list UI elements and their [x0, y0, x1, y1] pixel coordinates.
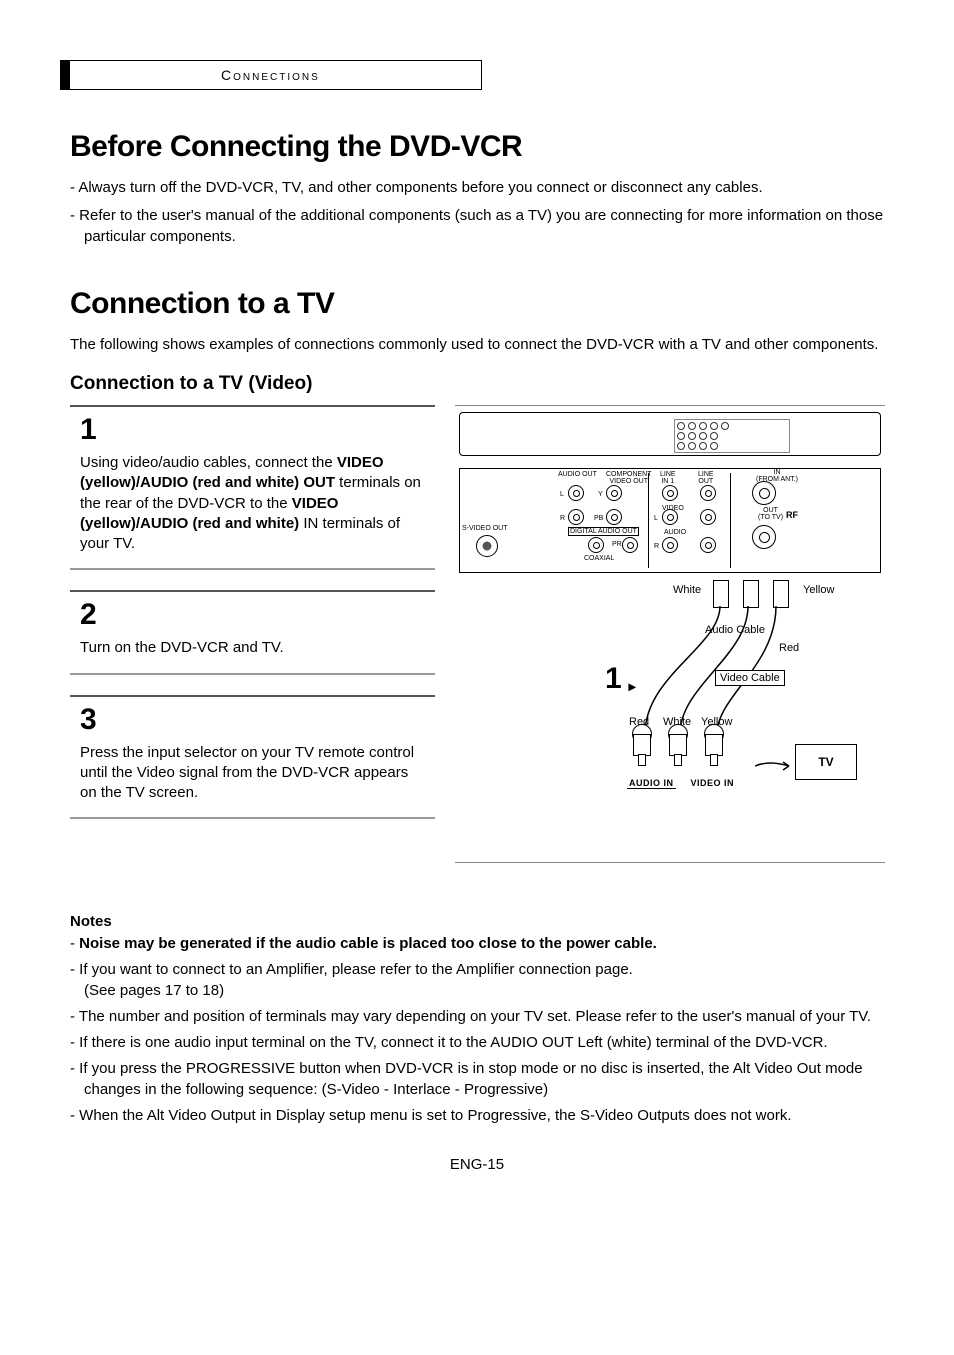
audio-out-r-jack	[568, 509, 584, 525]
plug-bottom-red	[633, 734, 649, 766]
step-1-block: 1 Using video/audio cables, connect the …	[70, 405, 435, 570]
label-pb: PB	[594, 515, 603, 522]
plug-top-red	[743, 580, 759, 608]
line-out-audio-l-jack	[700, 509, 716, 525]
following-text: The following shows examples of connecti…	[70, 335, 884, 355]
label-rf: RF	[786, 511, 798, 520]
sub-heading-video: Connection to a TV (Video)	[70, 373, 884, 395]
bottom-plug-group	[633, 734, 721, 766]
note-bold: Noise may be generated if the audio cabl…	[79, 935, 657, 952]
label-white-top: White	[673, 584, 701, 596]
step-1-text: Using video/audio cables, connect the VI…	[80, 453, 425, 554]
step-1-number: 1	[80, 413, 425, 447]
plug-bottom-yellow	[705, 734, 721, 766]
tv-input-labels: AUDIO IN VIDEO IN	[627, 778, 734, 788]
line-in1-audio-r-jack	[662, 537, 678, 553]
section-tab: Connections	[60, 60, 482, 90]
component-y-jack	[606, 485, 622, 501]
label-digital-audio: DIGITAL AUDIO OUT	[568, 527, 639, 536]
notes-list: Noise may be generated if the audio cabl…	[70, 934, 884, 1126]
label-l2: L	[654, 515, 658, 522]
plug-top-white	[713, 580, 729, 608]
plug-bottom-white	[669, 734, 685, 766]
digital-audio-jack	[588, 537, 604, 553]
label-yellow-top: Yellow	[803, 584, 834, 596]
step-3-text: Press the input selector on your TV remo…	[80, 743, 425, 804]
connection-diagram: S-VIDEO OUT AUDIO OUT COMPONENT VIDEO OU…	[455, 412, 885, 852]
label-red-mid: Red	[779, 642, 799, 654]
label-video-cable: Video Cable	[715, 670, 785, 686]
page-number: ENG-15	[70, 1156, 884, 1173]
intro-bullet-list: Always turn off the DVD-VCR, TV, and oth…	[70, 178, 884, 247]
top-plug-group	[713, 580, 789, 608]
cable-area: 1 Audio Cable Red Video Cable Red White …	[605, 606, 875, 766]
label-out-to-tv: OUT (TO TV)	[758, 507, 783, 521]
intro-bullet: Refer to the user's manual of the additi…	[70, 206, 884, 247]
note-item: The number and position of terminals may…	[70, 1007, 884, 1027]
plug-top-yellow	[773, 580, 789, 608]
line-out-audio-r-jack	[700, 537, 716, 553]
label-r2: R	[654, 543, 659, 550]
heading-before-connecting: Before Connecting the DVD-VCR	[70, 130, 884, 164]
label-component: COMPONENT VIDEO OUT	[606, 471, 652, 485]
step-3-number: 3	[80, 703, 425, 737]
label-pr: PR	[612, 541, 622, 548]
intro-bullet: Always turn off the DVD-VCR, TV, and oth…	[70, 178, 884, 198]
step-1-text-pre: Using video/audio cables, connect the	[80, 454, 337, 471]
tv-arrow	[755, 760, 795, 762]
dvd-vcr-front	[459, 412, 881, 456]
step-2-number: 2	[80, 598, 425, 632]
label-r: R	[560, 515, 565, 522]
component-pb-jack	[606, 509, 622, 525]
label-line-in1: LINE IN 1	[660, 471, 676, 485]
label-l: L	[560, 491, 564, 498]
step-marker-1: 1	[605, 662, 622, 696]
note-item: If you press the PROGRESSIVE button when…	[70, 1059, 884, 1100]
line-in1-audio-l-jack	[662, 509, 678, 525]
notes-heading: Notes	[70, 913, 884, 930]
rf-in-jack	[752, 481, 776, 505]
component-pr-jack	[622, 537, 638, 553]
note-item: If you want to connect to an Amplifier, …	[70, 960, 884, 1001]
line-out-video-jack	[700, 485, 716, 501]
label-audio-in: AUDIO IN	[627, 778, 676, 789]
label-line-out: LINE OUT	[698, 471, 714, 485]
label-video-in-tv: VIDEO IN	[691, 778, 735, 788]
note-item: If there is one audio input terminal on …	[70, 1033, 884, 1053]
step-2-block: 2 Turn on the DVD-VCR and TV.	[70, 590, 435, 674]
label-audio: AUDIO	[664, 529, 686, 536]
step-2-text: Turn on the DVD-VCR and TV.	[80, 638, 425, 658]
step-3-block: 3 Press the input selector on your TV re…	[70, 695, 435, 820]
label-coaxial: COAXIAL	[584, 555, 614, 562]
audio-out-l-jack	[568, 485, 584, 501]
label-audio-out: AUDIO OUT	[558, 471, 597, 478]
tv-box: TV	[795, 744, 857, 780]
s-video-jack	[476, 535, 498, 557]
section-tab-text: Connections	[221, 67, 320, 83]
label-y: Y	[598, 491, 603, 498]
line-in1-video-jack	[662, 485, 678, 501]
label-s-video: S-VIDEO OUT	[462, 525, 508, 532]
note-item: When the Alt Video Output in Display set…	[70, 1106, 884, 1126]
note-item: Noise may be generated if the audio cabl…	[70, 934, 884, 954]
rf-out-jack	[752, 525, 776, 549]
heading-connection-tv: Connection to a TV	[70, 287, 884, 321]
label-audio-cable: Audio Cable	[705, 624, 765, 636]
dvd-vcr-rear-panel: S-VIDEO OUT AUDIO OUT COMPONENT VIDEO OU…	[459, 468, 881, 573]
